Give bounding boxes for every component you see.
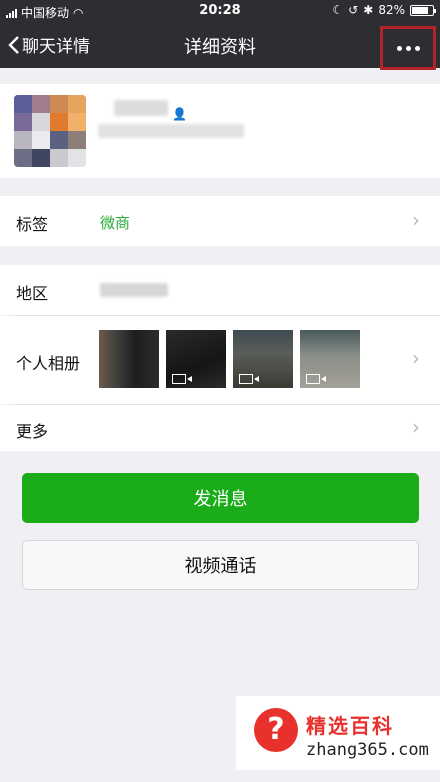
more-options-button[interactable]	[380, 26, 436, 70]
watermark-url: zhang365.com	[306, 740, 429, 760]
more-label: 更多	[16, 422, 49, 441]
video-camera-icon	[172, 374, 192, 384]
album-video[interactable]	[300, 330, 360, 388]
tag-row[interactable]: 标签 微商 ›	[0, 196, 440, 246]
album-label: 个人相册	[16, 354, 81, 373]
tag-value: 微商	[100, 214, 131, 232]
battery-icon	[410, 4, 436, 16]
moon-icon: ☾	[332, 3, 344, 17]
blurred-region	[100, 283, 168, 297]
chevron-right-icon: ›	[412, 208, 420, 232]
profile-card[interactable]	[0, 84, 440, 178]
avatar[interactable]	[14, 95, 86, 167]
bluetooth-icon: ✱	[363, 3, 374, 17]
more-dot	[405, 45, 411, 51]
chevron-right-icon: ›	[412, 346, 420, 370]
more-row[interactable]: 更多 ›	[0, 405, 440, 451]
video-camera-icon	[239, 374, 259, 384]
blurred-name	[114, 100, 168, 116]
watermark-title: 精选百科	[306, 714, 394, 738]
more-dot	[414, 45, 420, 51]
send-message-button[interactable]: 发消息	[22, 473, 419, 523]
region-row: 地区	[0, 265, 440, 315]
navigation-bar: 聊天详情 详细资料	[0, 22, 440, 70]
tag-label: 标签	[16, 215, 49, 234]
question-mark-icon: ?	[254, 708, 298, 752]
album-video[interactable]	[166, 330, 226, 388]
watermark-logo: ? 精选百科 zhang365.com	[236, 696, 440, 770]
region-label: 地区	[16, 284, 49, 303]
status-bar: 中国移动 ◠ 20:28 ☾ ↺ ✱ 82%	[0, 0, 440, 22]
battery-percent: 82%	[378, 3, 405, 17]
status-right: ☾ ↺ ✱ 82%	[332, 3, 436, 17]
album-video[interactable]	[233, 330, 293, 388]
page-title: 详细资料	[184, 37, 256, 58]
video-call-button[interactable]: 视频通话	[22, 540, 419, 590]
more-dots-icon	[396, 45, 402, 51]
album-photo[interactable]	[99, 330, 159, 388]
blurred-id	[98, 124, 244, 138]
video-camera-icon	[306, 374, 326, 384]
chevron-right-icon: ›	[412, 415, 420, 439]
person-verified-icon: 👤	[172, 107, 187, 121]
lock-rotation-icon: ↺	[348, 3, 359, 17]
